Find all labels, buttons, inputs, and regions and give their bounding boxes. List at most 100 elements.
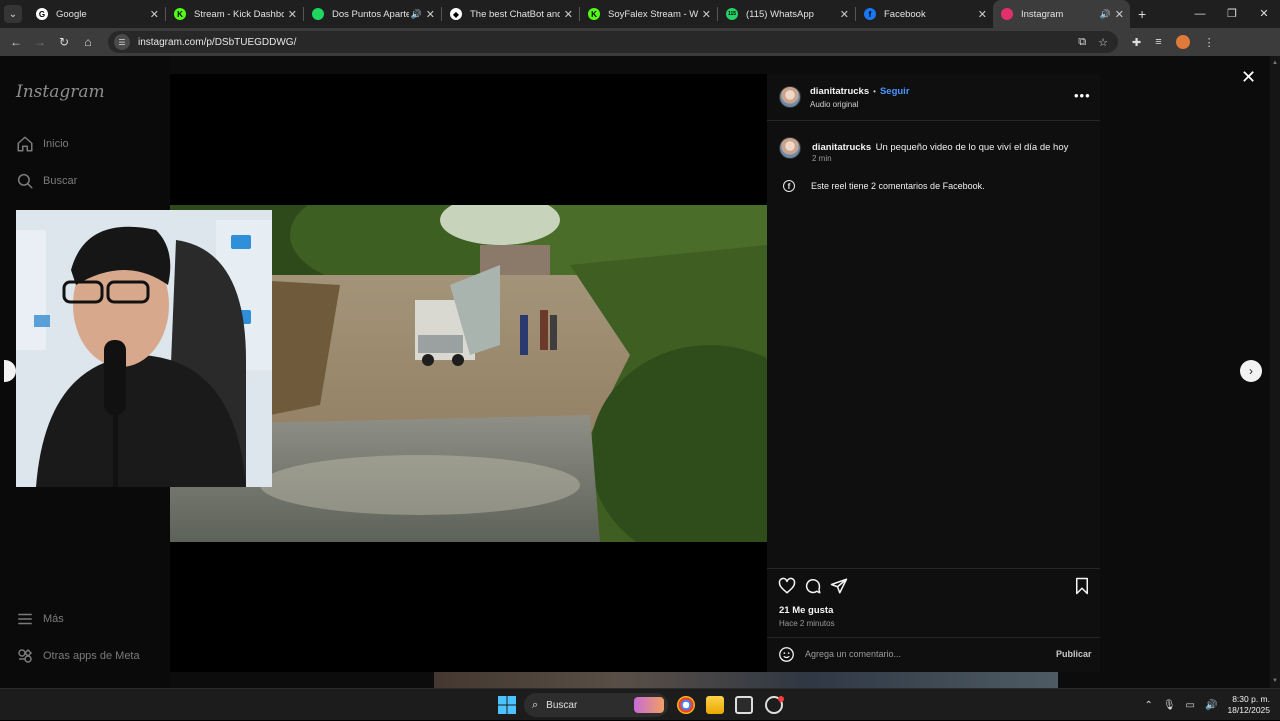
publish-button[interactable]: Publicar [1056, 649, 1092, 659]
more-options-icon[interactable]: ••• [1074, 88, 1091, 103]
browser-tab[interactable]: G Google ✕ [28, 0, 165, 28]
page-scrollbar[interactable]: ▲ ▼ [1270, 56, 1280, 688]
browser-tab[interactable]: Instagram 🔊 ✕ [993, 0, 1130, 28]
tab-close-icon[interactable]: ✕ [426, 8, 435, 21]
tab-close-icon[interactable]: ✕ [288, 8, 297, 21]
instagram-logo[interactable]: Instagram [16, 82, 105, 102]
scroll-down-icon[interactable]: ▼ [1272, 678, 1278, 684]
author-avatar[interactable] [779, 86, 801, 108]
share-send-icon[interactable] [830, 577, 848, 595]
comment-icon[interactable] [804, 577, 822, 595]
likes-count[interactable]: 21 Me gusta [779, 605, 833, 616]
sidebar-item-label: Buscar [43, 175, 78, 187]
sidebar-item-search[interactable]: Buscar [16, 172, 77, 190]
chrome-icon[interactable] [677, 696, 695, 714]
menu-icon [18, 613, 32, 625]
post-timestamp[interactable]: Hace 2 minutos [779, 619, 835, 628]
caption-avatar[interactable] [779, 137, 801, 159]
window-controls: — ❐ ✕ [1184, 0, 1280, 28]
comment-input[interactable]: Agrega un comentario... [805, 649, 901, 659]
clock[interactable]: 8:30 p. m. 18/12/2025 [1227, 694, 1270, 716]
close-modal-icon[interactable]: ✕ [1241, 68, 1256, 86]
post-details-panel: dianitatrucks • Seguir Audio original ••… [767, 74, 1100, 672]
tab-close-icon[interactable]: ✕ [978, 8, 987, 21]
sidebar-item-label: Otras apps de Meta [43, 650, 140, 662]
bookmark-star-icon[interactable]: ☆ [1098, 36, 1108, 49]
like-heart-icon[interactable] [778, 577, 796, 595]
sidebar-item-meta-apps[interactable]: Otras apps de Meta [16, 647, 140, 665]
tab-favicon-icon: 115 [726, 8, 738, 20]
audio-label[interactable]: Audio original [810, 100, 858, 109]
browser-tab[interactable]: K Stream - Kick Dashboard ✕ [166, 0, 303, 28]
site-info-icon[interactable]: ☰ [114, 34, 130, 50]
address-bar[interactable]: ☰ instagram.com/p/DSbTUEGDDWG/ ⧉ ☆ [108, 31, 1118, 53]
install-app-icon[interactable]: ⧉ [1078, 36, 1086, 49]
tab-search-icon[interactable]: ⌄ [4, 5, 22, 23]
browser-tab[interactable]: Dos Puntos Aparte - C🔊 ✕ [304, 0, 441, 28]
restore-icon[interactable]: ❐ [1216, 0, 1248, 28]
windows-start-icon[interactable] [498, 696, 516, 714]
tab-title: Google [56, 8, 87, 20]
follow-button[interactable]: Seguir [880, 86, 910, 97]
media-controls-icon[interactable]: ≡ [1155, 36, 1161, 48]
minimize-icon[interactable]: — [1184, 0, 1216, 28]
tab-close-icon[interactable]: ✕ [702, 8, 711, 21]
next-post-button[interactable]: › [1240, 360, 1262, 382]
close-window-icon[interactable]: ✕ [1248, 0, 1280, 28]
home-icon [17, 136, 33, 152]
search-icon [17, 173, 33, 189]
caption-username[interactable]: dianitatrucks [812, 142, 871, 153]
system-tray: ⌃ 🎙 ▭ 🔊 8:30 p. m. 18/12/2025 [1144, 689, 1270, 721]
microphone-icon[interactable]: 🎙 [1163, 700, 1176, 711]
home-button-icon[interactable]: ⌂ [76, 35, 100, 49]
caption-text: Un pequeño video de lo que viví el día d… [875, 142, 1069, 153]
url-text[interactable]: instagram.com/p/DSbTUEGDDWG/ [138, 37, 296, 48]
reload-icon[interactable]: ↻ [52, 35, 76, 49]
background-feed-strip [434, 672, 1058, 688]
volume-icon[interactable]: 🔊 [1205, 700, 1217, 711]
browser-menu-icon[interactable]: ⋮ [1204, 36, 1215, 49]
browser-tab[interactable]: 115 (115) WhatsApp ✕ [718, 0, 855, 28]
browser-tab[interactable]: K SoyFalex Stream - Watch ✕ [580, 0, 717, 28]
divider [767, 637, 1100, 638]
browser-tab[interactable]: ◆ The best ChatBot and We ✕ [442, 0, 579, 28]
network-icon[interactable]: ▭ [1186, 700, 1195, 711]
profile-avatar[interactable] [1175, 35, 1190, 49]
back-icon[interactable]: ← [4, 35, 28, 49]
sidebar-item-more[interactable]: Más [16, 610, 64, 628]
facebook-comments-note: Este reel tiene 2 comentarios de Faceboo… [811, 181, 985, 191]
taskbar: ⌕ Buscar ⌃ 🎙 ▭ 🔊 8:30 p. m. 18/12/2025 [0, 688, 1280, 720]
tab-favicon-icon: G [36, 8, 48, 20]
tab-close-icon[interactable]: ✕ [1115, 8, 1124, 21]
emoji-icon[interactable] [778, 646, 795, 663]
tab-favicon-icon [312, 8, 324, 20]
tab-audio-icon[interactable]: 🔊 [411, 9, 422, 20]
webcam-overlay [16, 210, 272, 487]
post-header: dianitatrucks • Seguir [810, 86, 910, 97]
tab-favicon-icon [1001, 8, 1013, 20]
microsoft-store-icon[interactable] [735, 696, 753, 714]
browser-tab[interactable]: f Facebook ✕ [856, 0, 993, 28]
tab-title: Facebook [884, 8, 926, 20]
author-username[interactable]: dianitatrucks [810, 86, 869, 97]
scroll-up-icon[interactable]: ▲ [1272, 60, 1278, 66]
taskbar-search[interactable]: ⌕ Buscar [524, 693, 668, 717]
instagram-page: Instagram Inicio Buscar Más Otras apps d… [0, 56, 1280, 688]
search-highlight-icon [634, 697, 664, 713]
extensions-icon[interactable]: ✚ [1132, 36, 1141, 49]
meta-apps-icon [18, 648, 33, 663]
save-bookmark-icon[interactable] [1074, 577, 1090, 595]
tab-close-icon[interactable]: ✕ [840, 8, 849, 21]
tab-audio-icon[interactable]: 🔊 [1100, 9, 1111, 20]
tray-chevron-icon[interactable]: ⌃ [1144, 700, 1152, 711]
sidebar-item-home[interactable]: Inicio [16, 135, 69, 153]
tab-close-icon[interactable]: ✕ [564, 8, 573, 21]
tab-strip: ⌄ GGoogle✕KStream - Kick Dashboard✕Dos P… [0, 0, 1280, 28]
new-tab-button[interactable]: + [1138, 6, 1146, 22]
forward-icon[interactable]: → [28, 35, 52, 49]
tabs-container: GGoogle✕KStream - Kick Dashboard✕Dos Pun… [28, 0, 1130, 28]
clock-time: 8:30 p. m. [1232, 694, 1270, 704]
tab-favicon-icon: f [864, 8, 876, 20]
tab-close-icon[interactable]: ✕ [150, 8, 159, 21]
file-explorer-icon[interactable] [706, 696, 724, 714]
